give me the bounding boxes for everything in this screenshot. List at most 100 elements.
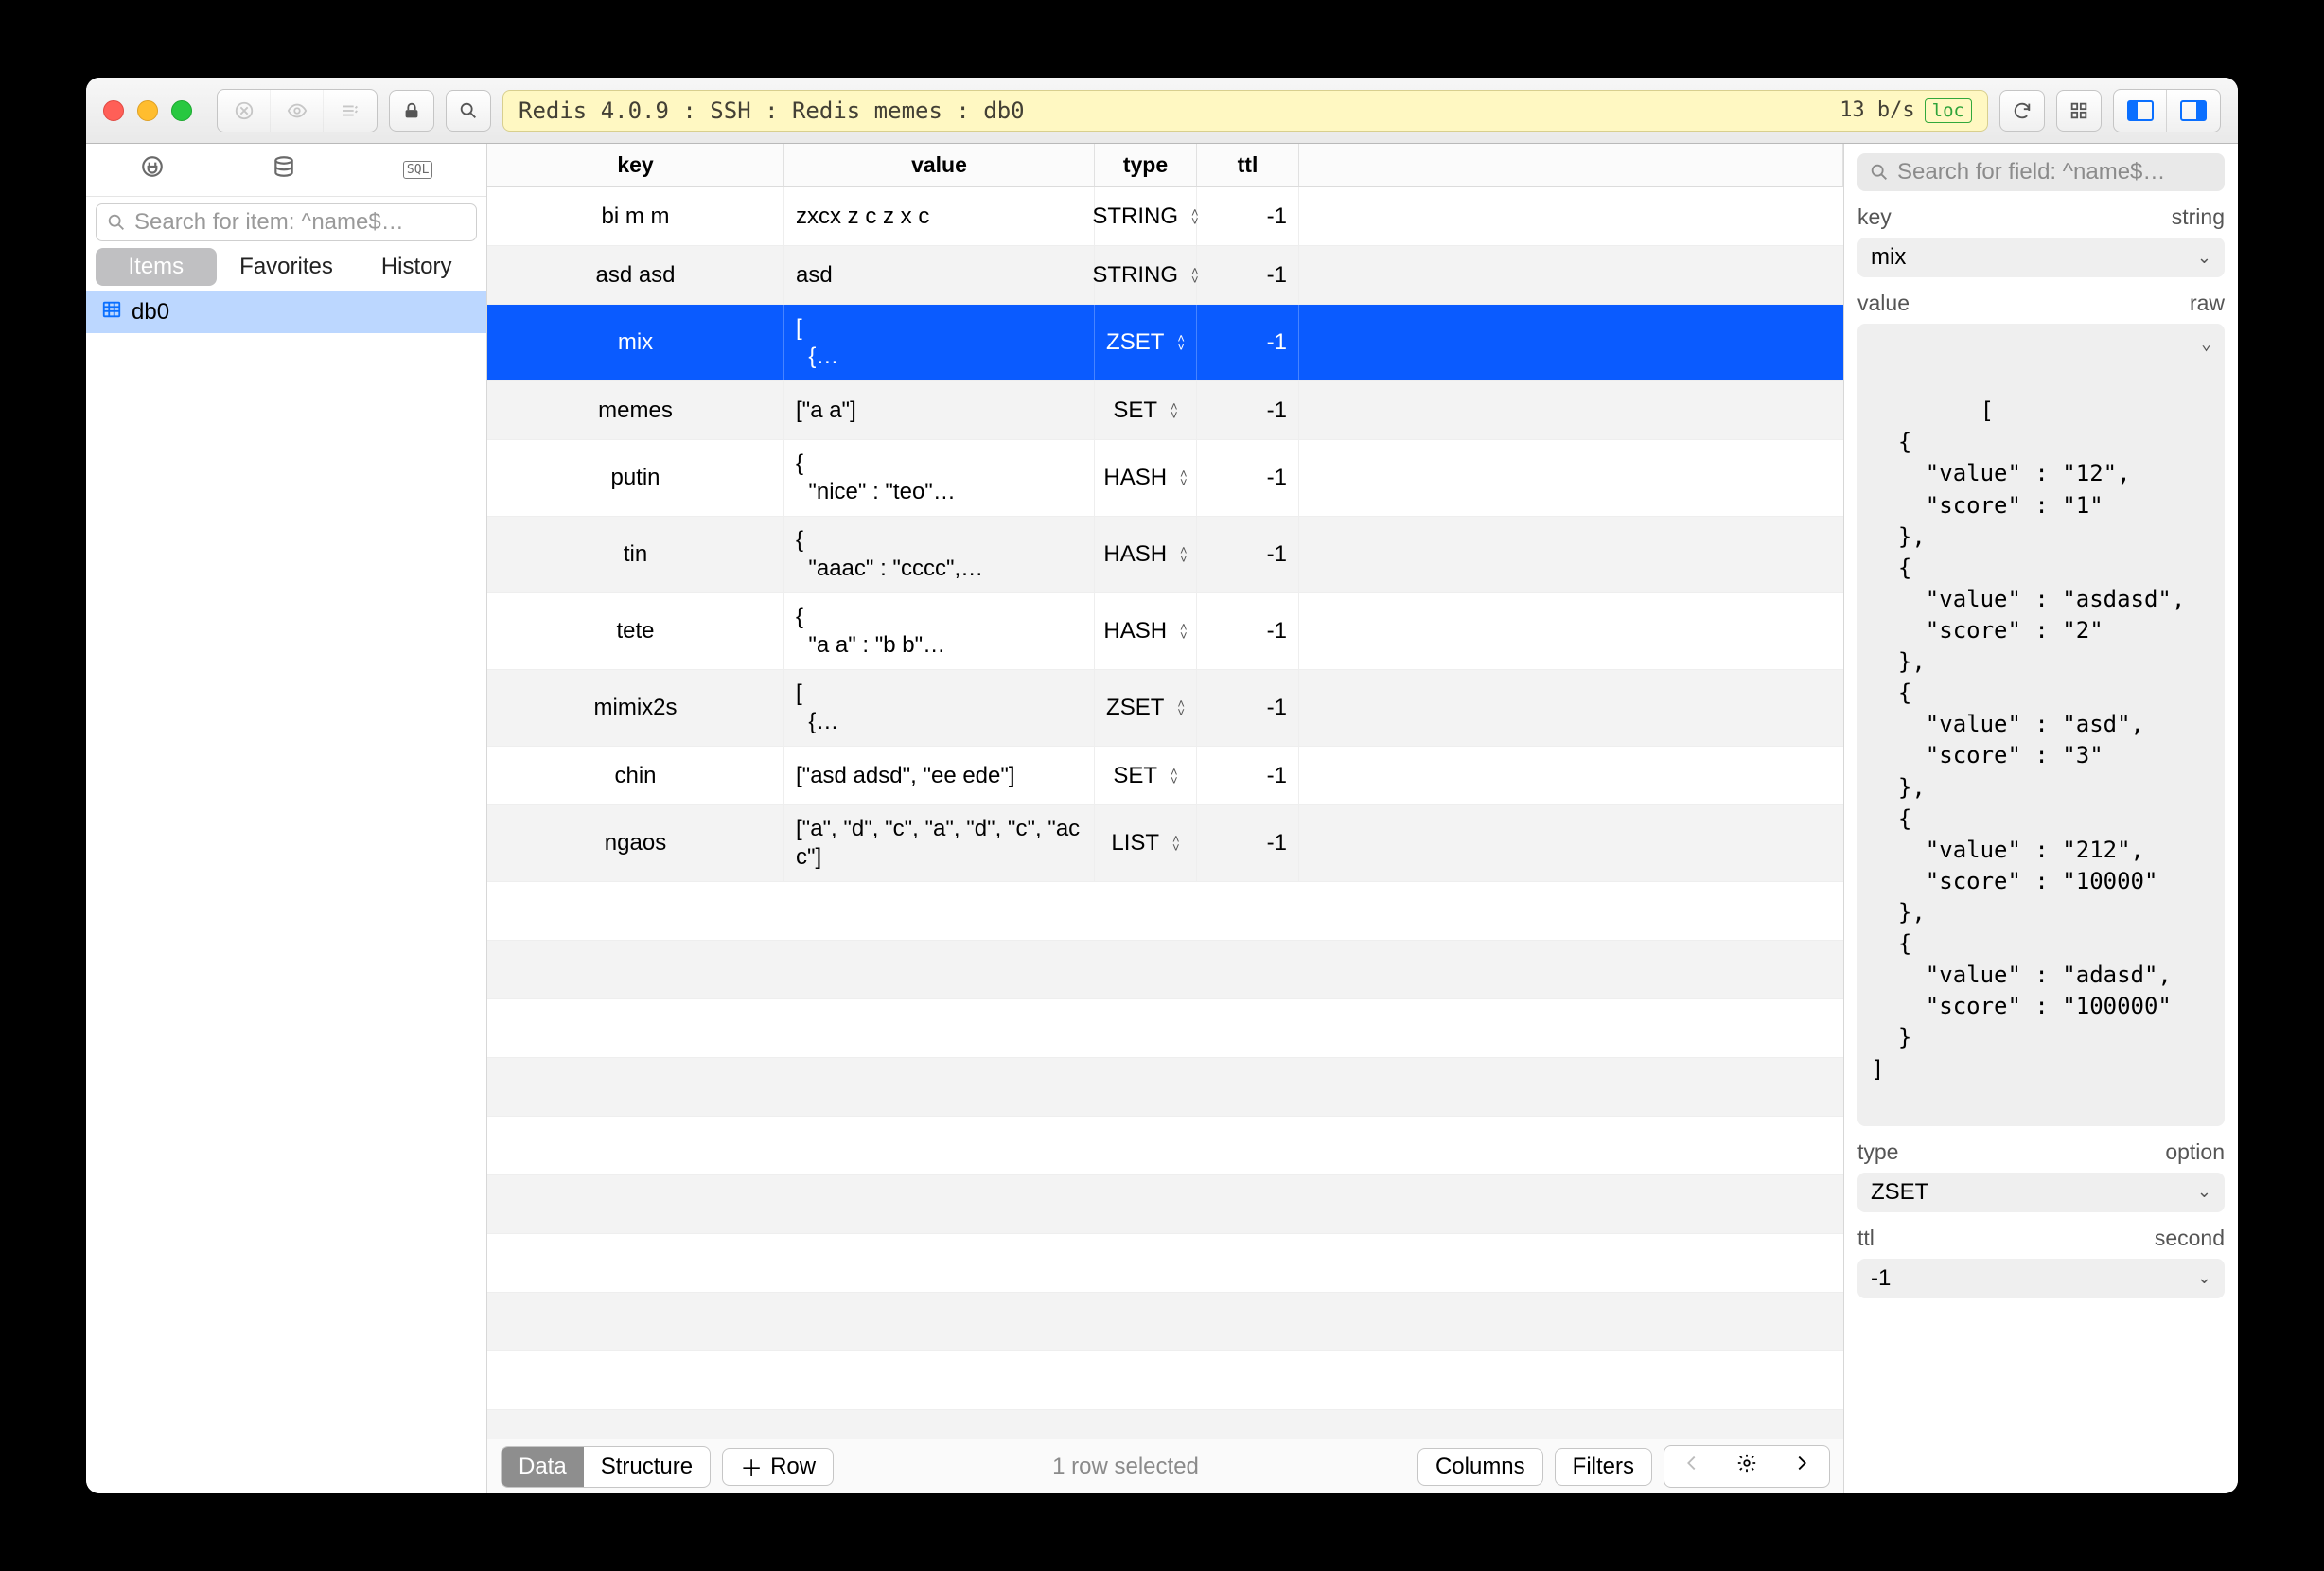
inspector-search-input[interactable]: Search for field: ^name$… xyxy=(1857,153,2225,191)
mode-tab-data[interactable]: Data xyxy=(502,1447,584,1487)
breadcrumb[interactable]: Redis 4.0.9 : SSH : Redis memes : db0 13… xyxy=(502,90,1988,132)
cell-value: ["a", "d", "c", "a", "d", "c", "ac c"] xyxy=(784,805,1095,881)
column-header-key[interactable]: key xyxy=(487,144,784,186)
column-header-type[interactable]: type xyxy=(1095,144,1197,186)
sql-icon[interactable]: SQL xyxy=(403,161,432,179)
cell-value: { "nice" : "teo"… xyxy=(784,440,1095,516)
cell-value: ["a a"] xyxy=(784,381,1095,439)
table-row[interactable]: tin{ "aaac" : "cccc",…HASH˄˅-1 xyxy=(487,517,1843,593)
table-row[interactable]: ngaos["a", "d", "c", "a", "d", "c", "ac … xyxy=(487,805,1843,882)
table-row[interactable]: chin["asd adsd", "ee ede"]SET˄˅-1 xyxy=(487,747,1843,805)
mode-tab-structure[interactable]: Structure xyxy=(584,1447,710,1487)
inspector-ttl-label-row: ttl second xyxy=(1857,1226,2225,1251)
column-header-ttl[interactable]: ttl xyxy=(1197,144,1299,186)
inspector-hint-type: option xyxy=(2165,1139,2225,1165)
minimize-icon[interactable] xyxy=(137,100,158,121)
cell-ttl: -1 xyxy=(1197,381,1299,439)
sidebar-item-db0[interactable]: db0 xyxy=(86,291,486,333)
lock-icon[interactable] xyxy=(389,90,434,132)
cell-type[interactable]: LIST˄˅ xyxy=(1095,805,1197,881)
inspector-ttl-value: -1 xyxy=(1871,1265,1891,1292)
inspector-value-textarea[interactable]: ⌄ [ { "value" : "12", "score" : "1" }, {… xyxy=(1857,324,2225,1126)
table-row[interactable]: memes["a a"]SET˄˅-1 xyxy=(487,381,1843,440)
table-row[interactable]: bi m mzxcx z c z x cSTRING˄˅-1 xyxy=(487,187,1843,246)
inspector-key-field[interactable]: mix ⌄ xyxy=(1857,238,2225,277)
inspector-ttl-field[interactable]: -1 ⌄ xyxy=(1857,1259,2225,1298)
cell-rest xyxy=(1299,747,1843,804)
column-header-value[interactable]: value xyxy=(784,144,1095,186)
cell-ttl: -1 xyxy=(1197,187,1299,245)
stepper-icon: ˄˅ xyxy=(1171,768,1178,785)
table-row[interactable]: mix[ {…ZSET˄˅-1 xyxy=(487,305,1843,381)
grid-icon[interactable] xyxy=(2056,90,2102,132)
cell-type[interactable]: HASH˄˅ xyxy=(1095,517,1197,592)
cell-type[interactable]: HASH˄˅ xyxy=(1095,593,1197,669)
columns-button[interactable]: Columns xyxy=(1417,1448,1543,1486)
cell-type[interactable]: HASH˄˅ xyxy=(1095,440,1197,516)
cell-value: ["asd adsd", "ee ede"] xyxy=(784,747,1095,804)
stepper-icon: ˄˅ xyxy=(1171,402,1178,419)
cell-type[interactable]: ZSET˄˅ xyxy=(1095,305,1197,380)
maximize-icon[interactable] xyxy=(171,100,192,121)
inspector-label-type: type xyxy=(1857,1139,1898,1165)
search-icon[interactable] xyxy=(446,90,491,132)
body: SQL Search for item: ^name$… Items Favor… xyxy=(86,144,2238,1493)
cell-ttl: -1 xyxy=(1197,305,1299,380)
reload-icon[interactable] xyxy=(1999,90,2045,132)
plus-icon: ＋ xyxy=(740,1450,763,1483)
table-row-empty xyxy=(487,999,1843,1058)
table-row-empty xyxy=(487,1351,1843,1410)
cancel-icon[interactable] xyxy=(218,90,271,132)
toggle-right-panel-icon[interactable] xyxy=(2167,90,2220,132)
table-row-empty xyxy=(487,941,1843,999)
next-page-button[interactable] xyxy=(1774,1446,1829,1487)
cell-ttl: -1 xyxy=(1197,517,1299,592)
cell-rest xyxy=(1299,670,1843,746)
cell-ttl: -1 xyxy=(1197,593,1299,669)
inspector-hint-key: string xyxy=(2172,204,2225,230)
cell-type[interactable]: SET˄˅ xyxy=(1095,381,1197,439)
toggle-left-panel-icon[interactable] xyxy=(2114,90,2167,132)
cell-type[interactable]: STRING˄˅ xyxy=(1095,246,1197,304)
cell-key: asd asd xyxy=(487,246,784,304)
connection-status: 13 b/s loc xyxy=(1840,98,1972,123)
list-icon[interactable] xyxy=(324,90,377,132)
table-icon xyxy=(101,299,122,326)
sidebar-tab-history[interactable]: History xyxy=(356,248,477,286)
cell-key: tin xyxy=(487,517,784,592)
filters-button[interactable]: Filters xyxy=(1555,1448,1652,1486)
sidebar-search-wrap: Search for item: ^name$… xyxy=(86,197,486,248)
sidebar: SQL Search for item: ^name$… Items Favor… xyxy=(86,144,487,1493)
sidebar-tabs: Items Favorites History xyxy=(86,248,486,291)
cell-rest xyxy=(1299,305,1843,380)
panel-toggle-group xyxy=(2113,89,2221,132)
add-row-button[interactable]: ＋ Row xyxy=(722,1448,834,1486)
cell-rest xyxy=(1299,805,1843,881)
close-icon[interactable] xyxy=(103,100,124,121)
inspector-type-field[interactable]: ZSET ⌄ xyxy=(1857,1173,2225,1212)
throughput-text: 13 b/s xyxy=(1840,98,1914,122)
location-badge: loc xyxy=(1925,98,1972,123)
table-row-empty xyxy=(487,1234,1843,1293)
table-row[interactable]: mimix2s[ {…ZSET˄˅-1 xyxy=(487,670,1843,747)
cell-type[interactable]: SET˄˅ xyxy=(1095,747,1197,804)
cell-type[interactable]: ZSET˄˅ xyxy=(1095,670,1197,746)
settings-page-button[interactable] xyxy=(1719,1446,1774,1487)
inspector-hint-value: raw xyxy=(2190,291,2225,316)
sidebar-search-input[interactable]: Search for item: ^name$… xyxy=(96,203,477,241)
inspector-panel: Search for field: ^name$… key string mix… xyxy=(1844,144,2238,1493)
eye-icon[interactable] xyxy=(271,90,324,132)
table-row[interactable]: putin{ "nice" : "teo"…HASH˄˅-1 xyxy=(487,440,1843,517)
sidebar-tab-items[interactable]: Items xyxy=(96,248,217,286)
database-icon[interactable] xyxy=(272,154,296,185)
cell-rest xyxy=(1299,187,1843,245)
cell-key: mix xyxy=(487,305,784,380)
cell-key: bi m m xyxy=(487,187,784,245)
cell-type[interactable]: STRING˄˅ xyxy=(1095,187,1197,245)
table-row[interactable]: asd asdasdSTRING˄˅-1 xyxy=(487,246,1843,305)
table-row[interactable]: tete{ "a a" : "b b"…HASH˄˅-1 xyxy=(487,593,1843,670)
sidebar-tab-favorites[interactable]: Favorites xyxy=(226,248,347,286)
prev-page-button[interactable] xyxy=(1664,1446,1719,1487)
window-controls xyxy=(103,100,192,121)
plug-icon[interactable] xyxy=(140,154,165,185)
